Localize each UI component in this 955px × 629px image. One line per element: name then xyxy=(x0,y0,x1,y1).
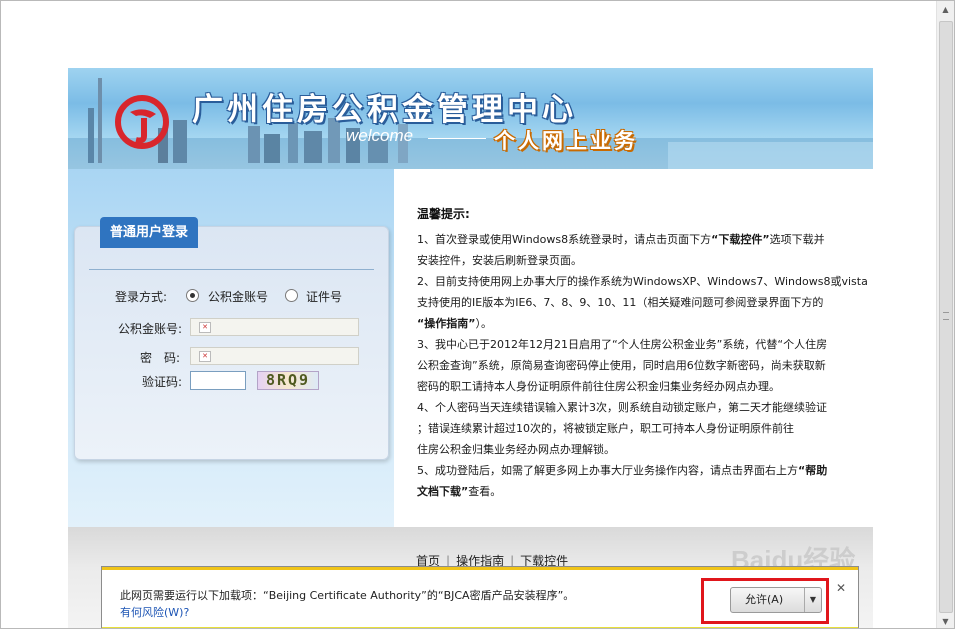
notice-line: 5、成功登陆后，如需了解更多网上办事大厅业务操作内容，请点击界面右上方“帮助 xyxy=(417,460,827,481)
notice-text: ）。 xyxy=(475,317,492,330)
radio-id-label[interactable]: 证件号 xyxy=(306,288,342,305)
tab-normal-user-login[interactable]: 普通用户登录 xyxy=(100,217,198,248)
site-banner: 广州住房公积金管理中心 welcome 个人网上业务 xyxy=(68,68,873,169)
account-input[interactable]: ✕ xyxy=(190,318,359,336)
banner-subtitle: 个人网上业务 xyxy=(494,129,638,153)
login-panel xyxy=(74,226,389,460)
radio-account-label[interactable]: 公积金账号 xyxy=(208,288,268,305)
notice-text: 安装控件，安装后刷新登录页面。 xyxy=(417,254,582,267)
banner-divider xyxy=(428,138,486,139)
notice-text: 3、我中心已于2012年12月21日启用了“个人住房公积金业务”系统，代替“个人… xyxy=(417,338,828,351)
account-label: 公积金账号: xyxy=(118,322,183,336)
notice-title: 温馨提示: xyxy=(417,207,470,221)
notice-highlight: 文档下载” xyxy=(417,485,469,498)
notice-text: 1、首次登录或使用Windows8系统登录时，请点击页面下方 xyxy=(417,233,712,246)
housing-fund-logo xyxy=(115,95,169,149)
captcha-image[interactable]: 8RQ9 xyxy=(257,371,319,390)
password-label: 密 码: xyxy=(140,351,181,365)
notice-line: 住房公积金归集业务经办网点办理解锁。 xyxy=(417,439,615,460)
notice-line: 安装控件，安装后刷新登录页面。 xyxy=(417,250,582,271)
notice-highlight: “帮助 xyxy=(798,464,828,477)
notification-accent xyxy=(102,567,858,570)
radio-id-number[interactable] xyxy=(285,289,298,302)
login-method-label: 登录方式: xyxy=(115,290,168,304)
notice-line: ；错误连续累计超过10次的，将被锁定账户，职工可持本人身份证明原件前往 xyxy=(417,418,794,439)
notice-line: 3、我中心已于2012年12月21日启用了“个人住房公积金业务”系统，代替“个人… xyxy=(417,334,827,355)
captcha-input[interactable] xyxy=(190,371,246,390)
login-section: 普通用户登录 登录方式: 公积金账号 证件号 公积金账号: ✕ 密 码: ✕ 验… xyxy=(68,169,394,527)
notice-line: 公积金查询”系统，原简易查询密码停止使用，同时启用6位数字新密码，尚未获取新 xyxy=(417,355,826,376)
notice-highlight: “操作指南” xyxy=(417,317,476,330)
notice-text: 4、个人密码当天连续错误输入累计3次，则系统自动锁定账户，第二天才能继续验证 xyxy=(417,401,827,414)
close-icon[interactable]: ✕ xyxy=(836,581,846,595)
broken-image-icon: ✕ xyxy=(199,351,211,362)
scroll-thumb[interactable] xyxy=(939,21,953,613)
scroll-up-icon[interactable]: ▲ xyxy=(937,1,954,18)
notice-text: 查看。 xyxy=(468,485,502,498)
notice-text: 密码的职工请持本人身份证明原件前往住房公积金归集业务经办网点办理。 xyxy=(417,380,780,393)
radio-account[interactable] xyxy=(186,289,199,302)
banner-title: 广州住房公积金管理中心 xyxy=(192,92,577,127)
vertical-scrollbar[interactable]: ▲ ▼ xyxy=(936,1,954,628)
notice-text: ；错误连续累计超过10次的，将被锁定账户，职工可持本人身份证明原件前往 xyxy=(417,422,794,435)
notice-text: 2、目前支持使用网上办事大厅的操作系统为WindowsXP、Windows7、W… xyxy=(417,275,868,288)
highlight-box xyxy=(701,578,829,624)
panel-divider xyxy=(89,269,374,270)
notice-line: “操作指南”）。 xyxy=(417,313,492,334)
notice-line: 1、首次登录或使用Windows8系统登录时，请点击页面下方“下载控件”选项下载… xyxy=(417,229,825,250)
notice-text: 支持使用的IE版本为IE6、7、8、9、10、11（相关疑难问题可参阅登录界面下… xyxy=(417,296,824,309)
banner-welcome: welcome xyxy=(346,126,414,145)
notification-message: 此网页需要运行以下加载项：“Beijing Certificate Author… xyxy=(120,589,575,602)
notice-section: 温馨提示: 1、首次登录或使用Windows8系统登录时，请点击页面下方“下载控… xyxy=(394,169,873,527)
broken-image-icon: ✕ xyxy=(199,322,211,333)
notice-text: 住房公积金归集业务经办网点办理解锁。 xyxy=(417,443,615,456)
notice-line: 2、目前支持使用网上办事大厅的操作系统为WindowsXP、Windows7、W… xyxy=(417,271,868,292)
notice-line: 支持使用的IE版本为IE6、7、8、9、10、11（相关疑难问题可参阅登录界面下… xyxy=(417,292,823,313)
notice-line: 4、个人密码当天连续错误输入累计3次，则系统自动锁定账户，第二天才能继续验证 xyxy=(417,397,827,418)
notice-line: 密码的职工请持本人身份证明原件前往住房公积金归集业务经办网点办理。 xyxy=(417,376,780,397)
notice-line: 文档下载”查看。 xyxy=(417,481,501,502)
captcha-label: 验证码: xyxy=(142,375,183,389)
risk-link[interactable]: 有何风险(W)? xyxy=(120,604,189,620)
notice-text: 选项下载并 xyxy=(769,233,825,246)
scroll-grip-icon xyxy=(943,312,949,320)
scroll-down-icon[interactable]: ▼ xyxy=(937,613,954,628)
notice-highlight: “下载控件” xyxy=(711,233,770,246)
browser-viewport: 广州住房公积金管理中心 welcome 个人网上业务 普通用户登录 登录方式: … xyxy=(0,0,955,629)
password-input[interactable]: ✕ xyxy=(190,347,359,365)
notice-text: 公积金查询”系统，原简易查询密码停止使用，同时启用6位数字新密码，尚未获取新 xyxy=(417,359,826,372)
notice-text: 5、成功登陆后，如需了解更多网上办事大厅业务操作内容，请点击界面右上方 xyxy=(417,464,798,477)
